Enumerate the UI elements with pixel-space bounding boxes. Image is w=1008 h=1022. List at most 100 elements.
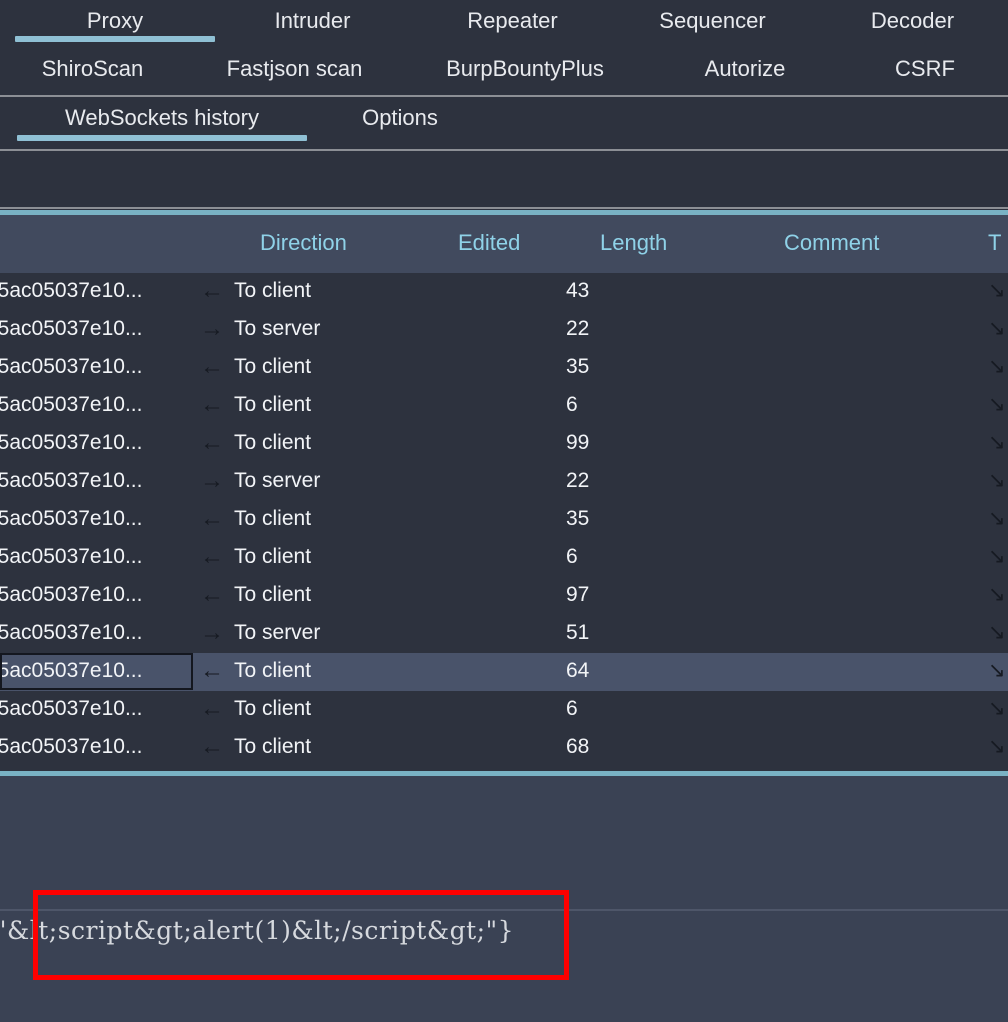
direction-arrow-icon: ← [200,273,234,311]
row-length-cell: 51 [566,615,646,653]
table-row[interactable]: 05ac05037e10...→To server22↘ [0,463,1008,501]
filter-bar[interactable] [0,151,1008,207]
row-comment-cell [780,425,920,463]
main-tab-repeater[interactable]: Repeater [425,0,600,48]
row-time-cell: ↘ [988,653,1008,691]
row-id-cell: 05ac05037e10... [0,691,176,729]
row-time-cell: ↘ [988,501,1008,539]
row-comment-cell [780,577,920,615]
direction-arrow-icon: ← [200,501,234,539]
table-row[interactable]: 05ac05037e10... ←To client 35 ↘ [0,349,1008,387]
main-tab-csrf[interactable]: CSRF [845,48,1005,96]
row-comment-cell [780,653,920,691]
message-detail-divider [0,909,1008,911]
main-tab-fastjson-scan[interactable]: Fastjson scan [192,48,397,96]
main-tab-decoder[interactable]: Decoder [825,0,1000,48]
main-tab-strip: Proxy Intruder Repeater Sequencer Decode… [0,0,1008,149]
row-length-cell: 6 [566,539,646,577]
main-tab-intruder[interactable]: Intruder [225,0,400,48]
row-id-cell: 05ac05037e10... [0,729,176,767]
table-row[interactable]: 05ac05037e10...←To client43↘ [0,273,1008,311]
burp-suite-window: Proxy Intruder Repeater Sequencer Decode… [0,0,1008,1022]
row-comment-cell [780,501,920,539]
direction-arrow-icon: ← [200,653,234,691]
row-time-cell: ↘ [988,729,1008,767]
row-direction-cell: To client [234,425,404,463]
row-time-cell: ↘ [988,387,1008,425]
row-time-cell: ↘ [988,463,1008,501]
table-row[interactable]: 05ac05037e10...←To client6↘ [0,387,1008,425]
row-edited-cell [455,311,545,349]
row-direction-cell: To server [234,615,404,653]
row-edited-cell [455,615,545,653]
direction-arrow-icon: ← [200,425,234,463]
row-length-cell: 68 [566,729,646,767]
message-body-text[interactable]: "&lt;script&gt;alert(1)&lt;/script&gt;"} [0,916,514,945]
row-direction-cell: To client [234,387,404,425]
row-id-cell: 05ac05037e10... [0,501,176,539]
column-header-time[interactable]: T [988,215,1001,273]
row-length-cell: 6 [566,387,646,425]
row-comment-cell [780,463,920,501]
main-tab-sequencer[interactable]: Sequencer [625,0,800,48]
row-edited-cell [455,691,545,729]
table-body: 05ac05037e10...←To client43↘05ac05037e10… [0,273,1008,767]
row-id-cell: 05ac05037e10... [0,615,176,653]
table-row[interactable]: 05ac05037e10...→To server51↘ [0,615,1008,653]
table-row[interactable]: 05ac05037e10...→To server22↘ [0,311,1008,349]
row-length-cell: 22 [566,463,646,501]
row-direction-cell: To client [234,691,404,729]
row-direction-cell: To client [234,653,404,691]
main-tab-row-1: Proxy Intruder Repeater Sequencer Decode… [0,0,1008,48]
direction-arrow-icon: ← [200,729,234,767]
row-length-cell: 35 [566,349,646,387]
row-comment-cell [780,729,920,767]
table-row[interactable]: 05ac05037e10...←To client64↘ [0,653,1008,691]
main-tab-burpbountyplus[interactable]: BurpBountyPlus [405,48,645,96]
row-comment-cell [780,273,920,311]
row-direction-cell: To client [234,729,404,767]
message-detail-pane: "&lt;script&gt;alert(1)&lt;/script&gt;"} [0,776,1008,1022]
column-header-edited[interactable]: Edited [458,215,520,273]
row-id-cell: 05ac05037e10... [0,653,176,691]
direction-arrow-icon: ← [200,539,234,577]
column-header-length[interactable]: Length [600,215,667,273]
row-comment-cell [780,387,920,425]
row-length-cell: 6 [566,691,646,729]
row-id-cell: 05ac05037e10... [0,349,176,387]
sub-tab-options[interactable]: Options [330,97,470,145]
row-edited-cell [455,425,545,463]
websockets-history-table: Direction Edited Length Comment T 05ac05… [0,215,1008,775]
row-length-cell: 43 [566,273,646,311]
row-length-cell: 97 [566,577,646,615]
table-row[interactable]: 05ac05037e10...←To client97↘ [0,577,1008,615]
column-header-comment[interactable]: Comment [784,215,879,273]
direction-arrow-icon: → [200,463,234,501]
row-time-cell: ↘ [988,349,1008,387]
row-time-cell: ↘ [988,311,1008,349]
row-edited-cell [455,387,545,425]
main-tab-shiroscan[interactable]: ShiroScan [0,48,185,96]
direction-arrow-icon: ← [200,349,234,387]
row-direction-cell: To client [234,501,404,539]
row-id-cell: 05ac05037e10... [0,425,176,463]
table-row[interactable]: 05ac05037e10...←To client6↘ [0,691,1008,729]
table-row[interactable]: 05ac05037e10... ←To client 35 ↘ [0,501,1008,539]
main-tab-autorize[interactable]: Autorize [655,48,835,96]
main-tab-row-2: ShiroScan Fastjson scan BurpBountyPlus A… [0,48,1008,97]
table-row[interactable]: 05ac05037e10... ←To client 68 ↘ [0,729,1008,767]
table-row[interactable]: 05ac05037e10...←To client99↘ [0,425,1008,463]
row-edited-cell [455,273,545,311]
row-time-cell: ↘ [988,577,1008,615]
row-direction-cell: To server [234,311,404,349]
row-direction-cell: To server [234,463,404,501]
row-length-cell: 35 [566,501,646,539]
row-time-cell: ↘ [988,539,1008,577]
row-id-cell: 05ac05037e10... [0,311,176,349]
row-direction-cell: To client [234,349,404,387]
column-header-direction[interactable]: Direction [260,215,347,273]
sub-tab-websockets-history-active-underline [17,135,307,141]
row-edited-cell [455,577,545,615]
row-comment-cell [780,539,920,577]
table-row[interactable]: 05ac05037e10...←To client6↘ [0,539,1008,577]
